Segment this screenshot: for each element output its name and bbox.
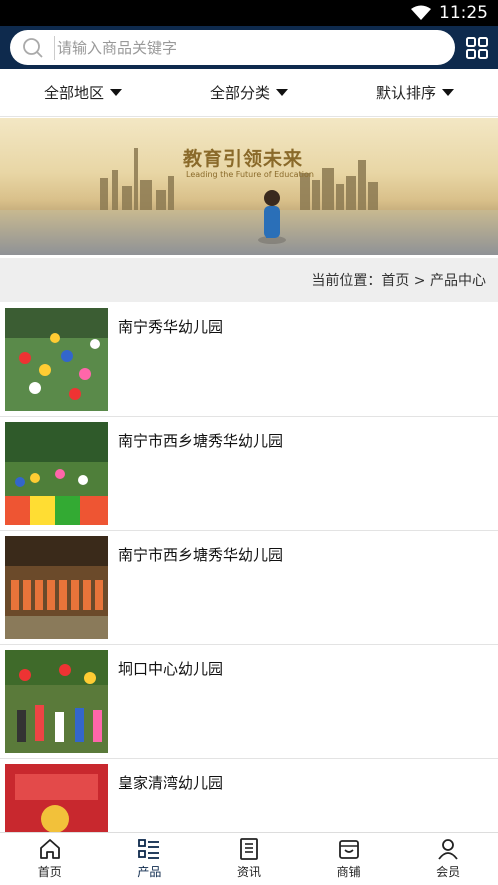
nav-member[interactable]: 会员 (398, 833, 498, 885)
nav-home-label: 首页 (37, 865, 62, 879)
product-thumbnail[interactable] (5, 650, 108, 753)
filter-region-label: 全部地区 (43, 84, 104, 102)
caret-down-icon (110, 89, 122, 96)
banner-subtitle: Leading the Future of Education (186, 170, 314, 179)
grid-icon[interactable] (465, 36, 489, 60)
product-thumbnail[interactable] (5, 422, 108, 525)
search-icon (22, 37, 44, 59)
nav-news[interactable]: 资讯 (199, 833, 299, 885)
filter-sort-label: 默认排序 (375, 84, 436, 102)
list-item[interactable]: 南宁秀华幼儿园 (0, 303, 498, 417)
nav-member-label: 会员 (436, 865, 461, 879)
filter-category-label: 全部分类 (209, 84, 270, 102)
filter-region[interactable]: 全部地区 (0, 69, 166, 116)
filter-category[interactable]: 全部分类 (166, 69, 332, 116)
breadcrumb-text: 当前位置：首页 > 产品中心 (311, 273, 486, 289)
product-name[interactable]: 南宁秀华幼儿园 (118, 316, 223, 337)
search-divider (54, 35, 55, 60)
banner-title: 教育引领未来 (183, 148, 304, 170)
list-icon (138, 839, 160, 859)
breadcrumb: 当前位置：首页 > 产品中心 (0, 258, 498, 302)
nav-products-label: 产品 (137, 865, 162, 879)
filter-bar: 全部地区 全部分类 默认排序 (0, 69, 498, 117)
product-list: 南宁秀华幼儿园 南宁市西乡塘秀华幼儿园 南宁市西乡塘秀华幼儿园 坰口中心幼儿园 … (0, 303, 498, 873)
product-name[interactable]: 南宁市西乡塘秀华幼儿园 (118, 544, 283, 565)
store-icon (338, 840, 359, 859)
banner-image (0, 148, 498, 255)
list-item[interactable]: 南宁市西乡塘秀华幼儿园 (0, 417, 498, 531)
product-name[interactable]: 皇家清湾幼儿园 (118, 772, 223, 793)
bottom-nav: 首页 产品 资讯 商铺 会员 (0, 832, 498, 885)
caret-down-icon (276, 89, 288, 96)
nav-store-label: 商铺 (336, 865, 361, 879)
product-thumbnail[interactable] (5, 536, 108, 639)
search-input[interactable] (57, 38, 437, 57)
nav-news-label: 资讯 (236, 865, 261, 879)
list-item[interactable]: 南宁市西乡塘秀华幼儿园 (0, 531, 498, 645)
search-box[interactable] (10, 30, 455, 65)
banner[interactable]: 教育引领未来 Leading the Future of Education (0, 118, 498, 255)
home-icon (39, 839, 60, 859)
product-thumbnail[interactable] (5, 308, 108, 411)
news-icon (240, 838, 258, 860)
nav-home[interactable]: 首页 (0, 833, 100, 885)
product-name[interactable]: 南宁市西乡塘秀华幼儿园 (118, 430, 283, 451)
filter-sort[interactable]: 默认排序 (332, 69, 498, 116)
wifi-icon (411, 5, 431, 21)
product-name[interactable]: 坰口中心幼儿园 (118, 658, 223, 679)
top-bar (0, 26, 498, 69)
list-item[interactable]: 坰口中心幼儿园 (0, 645, 498, 759)
nav-products[interactable]: 产品 (100, 833, 200, 885)
user-icon (438, 839, 458, 860)
status-time: 11:25 (439, 3, 488, 23)
status-bar: 11:25 (0, 0, 498, 26)
caret-down-icon (442, 89, 454, 96)
nav-store[interactable]: 商铺 (299, 833, 399, 885)
